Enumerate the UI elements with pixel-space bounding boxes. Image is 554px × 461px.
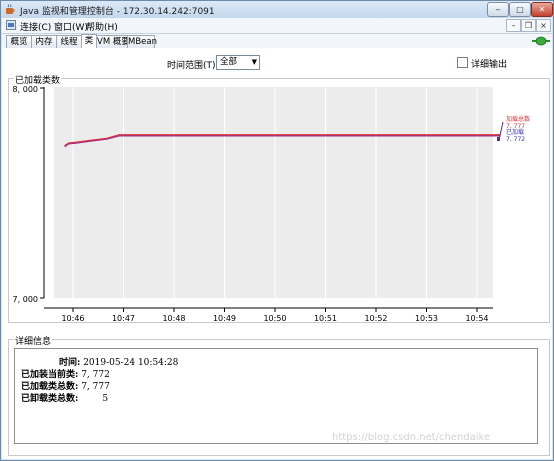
watermark-text: https://blog.csdn.net/chendaike [332, 432, 491, 443]
y-tick-label-min: 7, 000 [13, 295, 38, 304]
minimize-button[interactable]: ‒ [487, 2, 509, 17]
menu-bar: 连接(C) 窗口(W) 帮助(H) – ❐ × [2, 18, 552, 34]
y-tick-label-max: 8, 000 [13, 85, 38, 94]
mdi-minimize-button[interactable]: – [506, 19, 521, 32]
tab-memory[interactable]: 内存 [31, 35, 57, 48]
menu-connection[interactable]: 连接(C) [20, 20, 51, 33]
x-tick-label: 10:48 [162, 314, 185, 323]
app-window: Java 监视和管理控制台 - 172.30.14.242:7091 ‒ □ ✕… [0, 0, 554, 461]
legend-total-label: 加载总数 [506, 115, 530, 123]
x-tick-label: 10:53 [415, 314, 438, 323]
classes-panel: 时间范围(T): 全部 ▼ 详细输出 已加载类数 8, 000 7, 000 1… [2, 48, 552, 459]
mdi-restore-button[interactable]: ❐ [521, 19, 536, 32]
details-group-title: 详细信息 [14, 334, 53, 347]
detail-total-unloaded-row: 已卸载类总数: 5 [21, 391, 108, 404]
x-tick-label: 10:50 [263, 314, 286, 323]
java-cup-icon [6, 4, 15, 14]
tab-threads[interactable]: 线程 [56, 35, 82, 48]
legend-current-label: 已加载 [506, 128, 524, 136]
close-button[interactable]: ✕ [531, 2, 553, 17]
tab-mbeans[interactable]: MBean [127, 35, 157, 48]
x-tick-label: 10:49 [213, 314, 236, 323]
menu-window[interactable]: 窗口(W) [54, 20, 88, 33]
connection-status-icon[interactable] [532, 36, 550, 46]
plot-area [54, 87, 493, 298]
legend-pointer-marker [497, 137, 500, 141]
window-title: Java 监视和管理控制台 - 172.30.14.242:7091 [20, 7, 215, 17]
tab-vm-summary[interactable]: VM 概要 [96, 35, 130, 48]
details-box: 时间: 2019-05-24 10:54:28 已加装当前类: 7, 772 已… [14, 348, 538, 444]
x-tick-label: 10:51 [314, 314, 337, 323]
title-bar[interactable]: Java 监视和管理控制台 - 172.30.14.242:7091 ‒ □ ✕ [1, 1, 553, 18]
x-tick-label: 10:52 [364, 314, 387, 323]
maximize-button[interactable]: □ [509, 2, 531, 17]
x-tick-label: 10:47 [112, 314, 135, 323]
detail-total-unloaded-value: 5 [102, 394, 109, 404]
x-tick-label: 10:54 [465, 314, 488, 323]
x-tick-label: 10:46 [61, 314, 84, 323]
app-menu-icon[interactable] [6, 20, 16, 30]
legend-current-value: 7, 772 [506, 136, 525, 143]
detail-total-unloaded-label: 已卸载类总数: [21, 394, 79, 404]
loaded-classes-chart: 8, 000 7, 000 10:46 10:47 10:48 10:49 10:50 1… [13, 85, 530, 323]
tab-strip: 概览 内存 线程 类 VM 概要 MBean [2, 34, 552, 49]
tab-overview[interactable]: 概览 [6, 35, 32, 48]
menu-help[interactable]: 帮助(H) [86, 20, 118, 33]
mdi-close-button[interactable]: × [536, 19, 551, 32]
tab-classes[interactable]: 类 [81, 34, 97, 49]
